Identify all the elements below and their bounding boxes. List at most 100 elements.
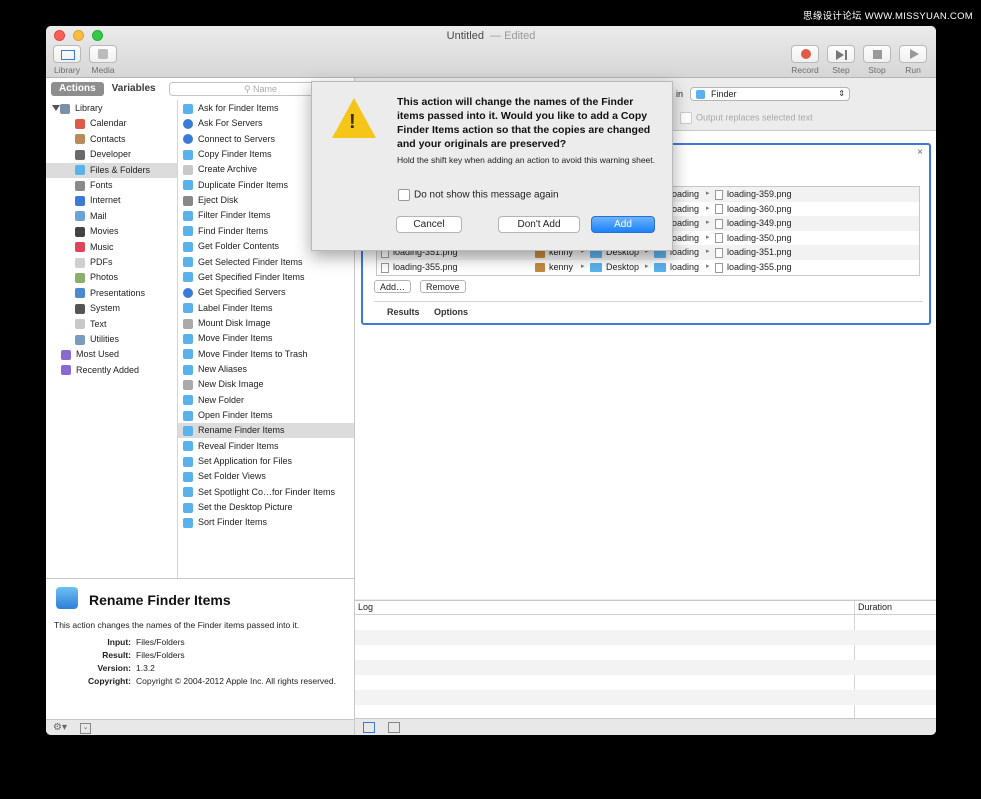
category-item[interactable]: Recently Added — [46, 363, 177, 378]
cancel-button[interactable]: Cancel — [396, 216, 462, 233]
category-icon — [75, 319, 85, 330]
library-toggle[interactable]: Library — [51, 45, 83, 75]
run-button[interactable]: Run — [897, 45, 929, 75]
category-item[interactable]: Calendar — [46, 116, 177, 131]
action-label: Eject Disk — [198, 195, 239, 206]
duration-column-header[interactable]: Duration — [858, 601, 892, 614]
application-popup[interactable]: Finder ⇕ — [690, 87, 850, 101]
description-text: This action changes the names of the Fin… — [54, 620, 300, 630]
file-icon — [715, 248, 723, 259]
log-pane: Log Duration — [355, 600, 936, 718]
tab-variables[interactable]: Variables — [104, 82, 164, 96]
add-items-button[interactable]: Add… — [374, 280, 412, 293]
category-item[interactable]: Utilities — [46, 332, 177, 347]
action-icon — [183, 502, 193, 513]
media-toggle[interactable]: Media — [87, 45, 119, 75]
action-label: Filter Finder Items — [198, 210, 271, 221]
file-cell: loading-349.png — [727, 218, 792, 229]
action-icon — [183, 395, 193, 406]
category-item[interactable]: Mail — [46, 209, 177, 224]
tab-results[interactable]: Results — [387, 307, 420, 317]
disclosure-triangle-icon[interactable] — [52, 105, 60, 111]
description-toggle-icon[interactable]: ⌄ — [80, 723, 91, 734]
table-row[interactable]: loading-355.png kenny ▸ Desktop ▸ loading ▸ loa… — [377, 260, 919, 275]
action-item[interactable]: Get Selected Finder Items — [178, 255, 354, 270]
category-item[interactable]: Library — [46, 101, 177, 116]
category-icon — [75, 226, 85, 237]
category-item[interactable]: Internet — [46, 193, 177, 208]
output-replaces-option[interactable]: Output replaces selected text — [680, 112, 813, 124]
action-icon — [183, 425, 193, 436]
action-item[interactable]: Rename Finder Items — [178, 423, 354, 439]
action-icon — [183, 180, 193, 191]
action-icon — [183, 257, 193, 268]
category-label: Most Used — [76, 349, 120, 360]
category-item[interactable]: Developer — [46, 147, 177, 162]
action-item[interactable]: Get Specified Servers — [178, 285, 354, 300]
search-icon: ⚲ — [243, 84, 251, 94]
action-item[interactable]: New Disk Image — [178, 377, 354, 392]
category-item[interactable]: Photos — [46, 270, 177, 285]
action-label: Reveal Finder Items — [198, 440, 279, 451]
category-item[interactable]: Presentations — [46, 286, 177, 301]
action-label: Move Finder Items to Trash — [198, 348, 308, 359]
warning-sheet: ! This action will change the names of t… — [311, 81, 673, 251]
action-icon — [183, 318, 193, 329]
category-icon — [75, 303, 85, 314]
tab-actions[interactable]: Actions — [51, 82, 104, 96]
record-button[interactable]: Record — [789, 45, 821, 75]
list-view-icon[interactable] — [363, 722, 375, 733]
action-item[interactable]: Move Finder Items — [178, 331, 354, 346]
action-item[interactable]: Mount Disk Image — [178, 316, 354, 331]
action-item[interactable]: Set Folder Views — [178, 469, 354, 484]
category-label: Music — [90, 241, 114, 252]
action-item[interactable]: Set Application for Files — [178, 454, 354, 469]
file-cell: loading-360.png — [727, 203, 792, 214]
stop-button[interactable]: Stop — [861, 45, 893, 75]
action-item[interactable]: Label Finder Items — [178, 301, 354, 316]
description-title: Rename Finder Items — [89, 592, 231, 608]
category-item[interactable]: Fonts — [46, 178, 177, 193]
category-item[interactable]: Contacts — [46, 132, 177, 147]
category-item[interactable]: PDFs — [46, 255, 177, 270]
stop-icon — [863, 45, 891, 63]
action-item[interactable]: Set the Desktop Picture — [178, 500, 354, 515]
action-icon — [183, 118, 193, 129]
close-icon[interactable]: × — [917, 147, 923, 158]
sheet-info: Hold the shift key when adding an action… — [397, 155, 655, 165]
action-item[interactable]: New Aliases — [178, 362, 354, 377]
category-icon — [75, 180, 85, 191]
action-item[interactable]: Open Finder Items — [178, 408, 354, 423]
action-label: Get Specified Servers — [198, 287, 286, 298]
remove-items-button[interactable]: Remove — [420, 280, 466, 293]
dont-add-button[interactable]: Don't Add — [498, 216, 580, 233]
category-item[interactable]: Most Used — [46, 347, 177, 362]
action-item[interactable]: Sort Finder Items — [178, 515, 354, 530]
log-column-header[interactable]: Log — [358, 601, 373, 614]
description-result-row: Result: Files/Folders — [102, 650, 185, 660]
finder-icon — [56, 587, 78, 609]
category-item[interactable]: Music — [46, 240, 177, 255]
gear-icon[interactable]: ⚙▾ — [53, 722, 67, 733]
step-button[interactable]: Step — [825, 45, 857, 75]
action-icon — [183, 364, 193, 375]
category-label: Utilities — [90, 334, 120, 344]
category-label: Mail — [90, 210, 107, 221]
action-item[interactable]: Reveal Finder Items — [178, 439, 354, 454]
category-item[interactable]: System — [46, 301, 177, 316]
library-tabs: Actions Variables — [51, 82, 164, 96]
action-item[interactable]: Set Spotlight Co…for Finder Items — [178, 485, 354, 500]
action-item[interactable]: Move Finder Items to Trash — [178, 347, 354, 362]
dont-show-again-checkbox[interactable]: Do not show this message again — [398, 189, 559, 201]
tab-options[interactable]: Options — [434, 307, 468, 317]
category-item[interactable]: Movies — [46, 224, 177, 239]
finder-app-icon — [696, 90, 705, 99]
grid-view-icon[interactable] — [388, 722, 400, 733]
add-button[interactable]: Add — [591, 216, 655, 233]
category-item[interactable]: Text — [46, 317, 177, 332]
category-icon — [75, 165, 85, 176]
category-item[interactable]: Files & Folders — [46, 162, 177, 178]
step-icon — [827, 45, 855, 63]
action-item[interactable]: Get Specified Finder Items — [178, 270, 354, 285]
action-item[interactable]: New Folder — [178, 393, 354, 408]
